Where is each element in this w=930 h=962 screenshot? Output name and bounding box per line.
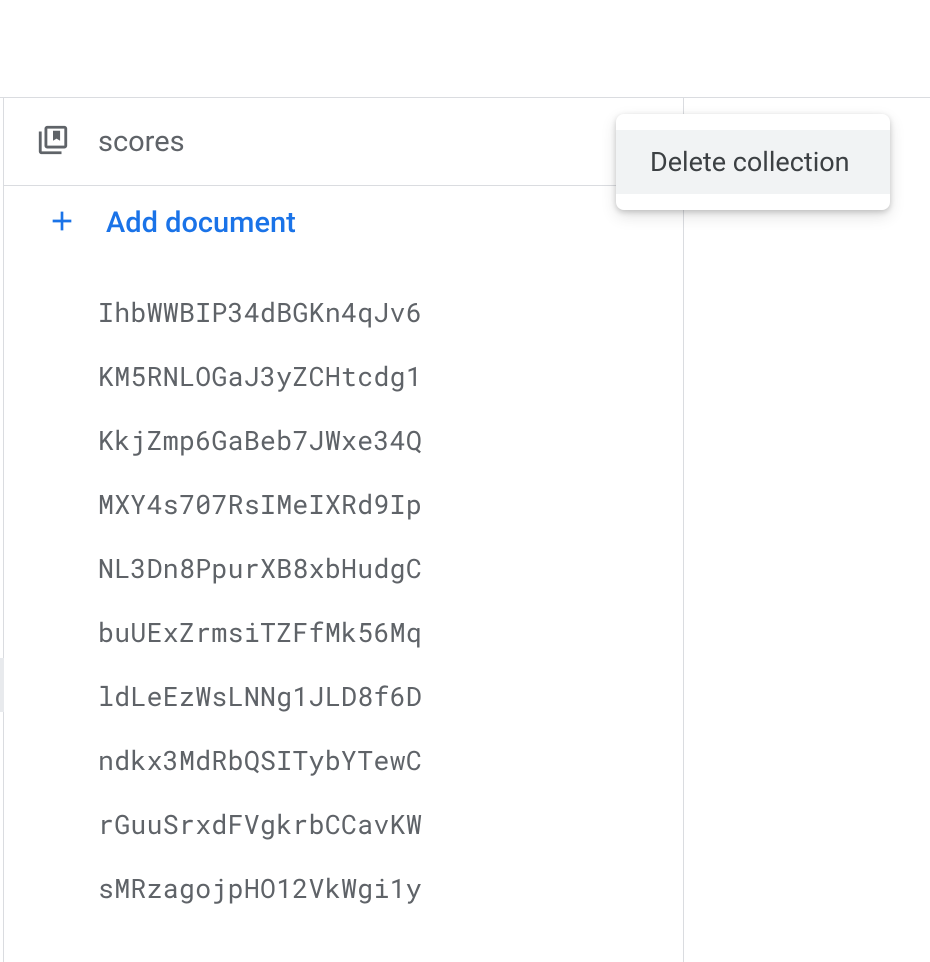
top-spacer	[0, 0, 930, 98]
document-item[interactable]: KkjZmp6GaBeb7JWxe34Q	[4, 408, 683, 472]
right-panel	[684, 98, 930, 962]
document-item[interactable]: ldLeEzWsLNNg1JLD8f6D	[4, 664, 683, 728]
document-list: IhbWWBIP34dBGKn4qJv6 KM5RNLOGaJ3yZCHtcdg…	[4, 260, 683, 920]
document-item[interactable]: rGuuSrxdFVgkrbCCavKW	[4, 792, 683, 856]
selection-indicator	[0, 658, 4, 712]
document-item[interactable]: sMRzagojpHO12VkWgi1y	[4, 856, 683, 920]
document-id: MXY4s707RsIMeIXRd9Ip	[98, 487, 422, 522]
document-item[interactable]: MXY4s707RsIMeIXRd9Ip	[4, 472, 683, 536]
context-menu: Delete collection	[616, 114, 890, 210]
plus-icon	[46, 205, 78, 241]
document-id: buUExZrmsiTZFfMk56Mq	[98, 615, 422, 650]
collection-icon	[36, 123, 70, 161]
document-id: NL3Dn8PpurXB8xbHudgC	[98, 551, 422, 586]
document-item[interactable]: IhbWWBIP34dBGKn4qJv6	[4, 280, 683, 344]
main-area: scores Add document IhbWWBIP34dBGKn4qJv6	[0, 98, 930, 962]
collection-panel: scores Add document IhbWWBIP34dBGKn4qJv6	[4, 98, 684, 962]
document-item[interactable]: buUExZrmsiTZFfMk56Mq	[4, 600, 683, 664]
left-gutter	[0, 98, 4, 962]
document-item[interactable]: ndkx3MdRbQSITybYTewC	[4, 728, 683, 792]
document-item[interactable]: NL3Dn8PpurXB8xbHudgC	[4, 536, 683, 600]
document-id: ndkx3MdRbQSITybYTewC	[98, 743, 422, 778]
menu-item-label: Delete collection	[650, 146, 850, 178]
panel-header: scores	[4, 98, 683, 186]
document-id: ldLeEzWsLNNg1JLD8f6D	[98, 679, 422, 714]
collection-name: scores	[98, 125, 577, 159]
add-document-button[interactable]: Add document	[4, 186, 683, 260]
document-id: KM5RNLOGaJ3yZCHtcdg1	[98, 359, 422, 394]
document-id: sMRzagojpHO12VkWgi1y	[98, 871, 422, 906]
document-item[interactable]: KM5RNLOGaJ3yZCHtcdg1	[4, 344, 683, 408]
document-id: KkjZmp6GaBeb7JWxe34Q	[98, 423, 422, 458]
document-id: rGuuSrxdFVgkrbCCavKW	[98, 807, 422, 842]
delete-collection-menu-item[interactable]: Delete collection	[616, 130, 890, 194]
add-document-label: Add document	[106, 206, 296, 240]
document-id: IhbWWBIP34dBGKn4qJv6	[98, 295, 422, 330]
